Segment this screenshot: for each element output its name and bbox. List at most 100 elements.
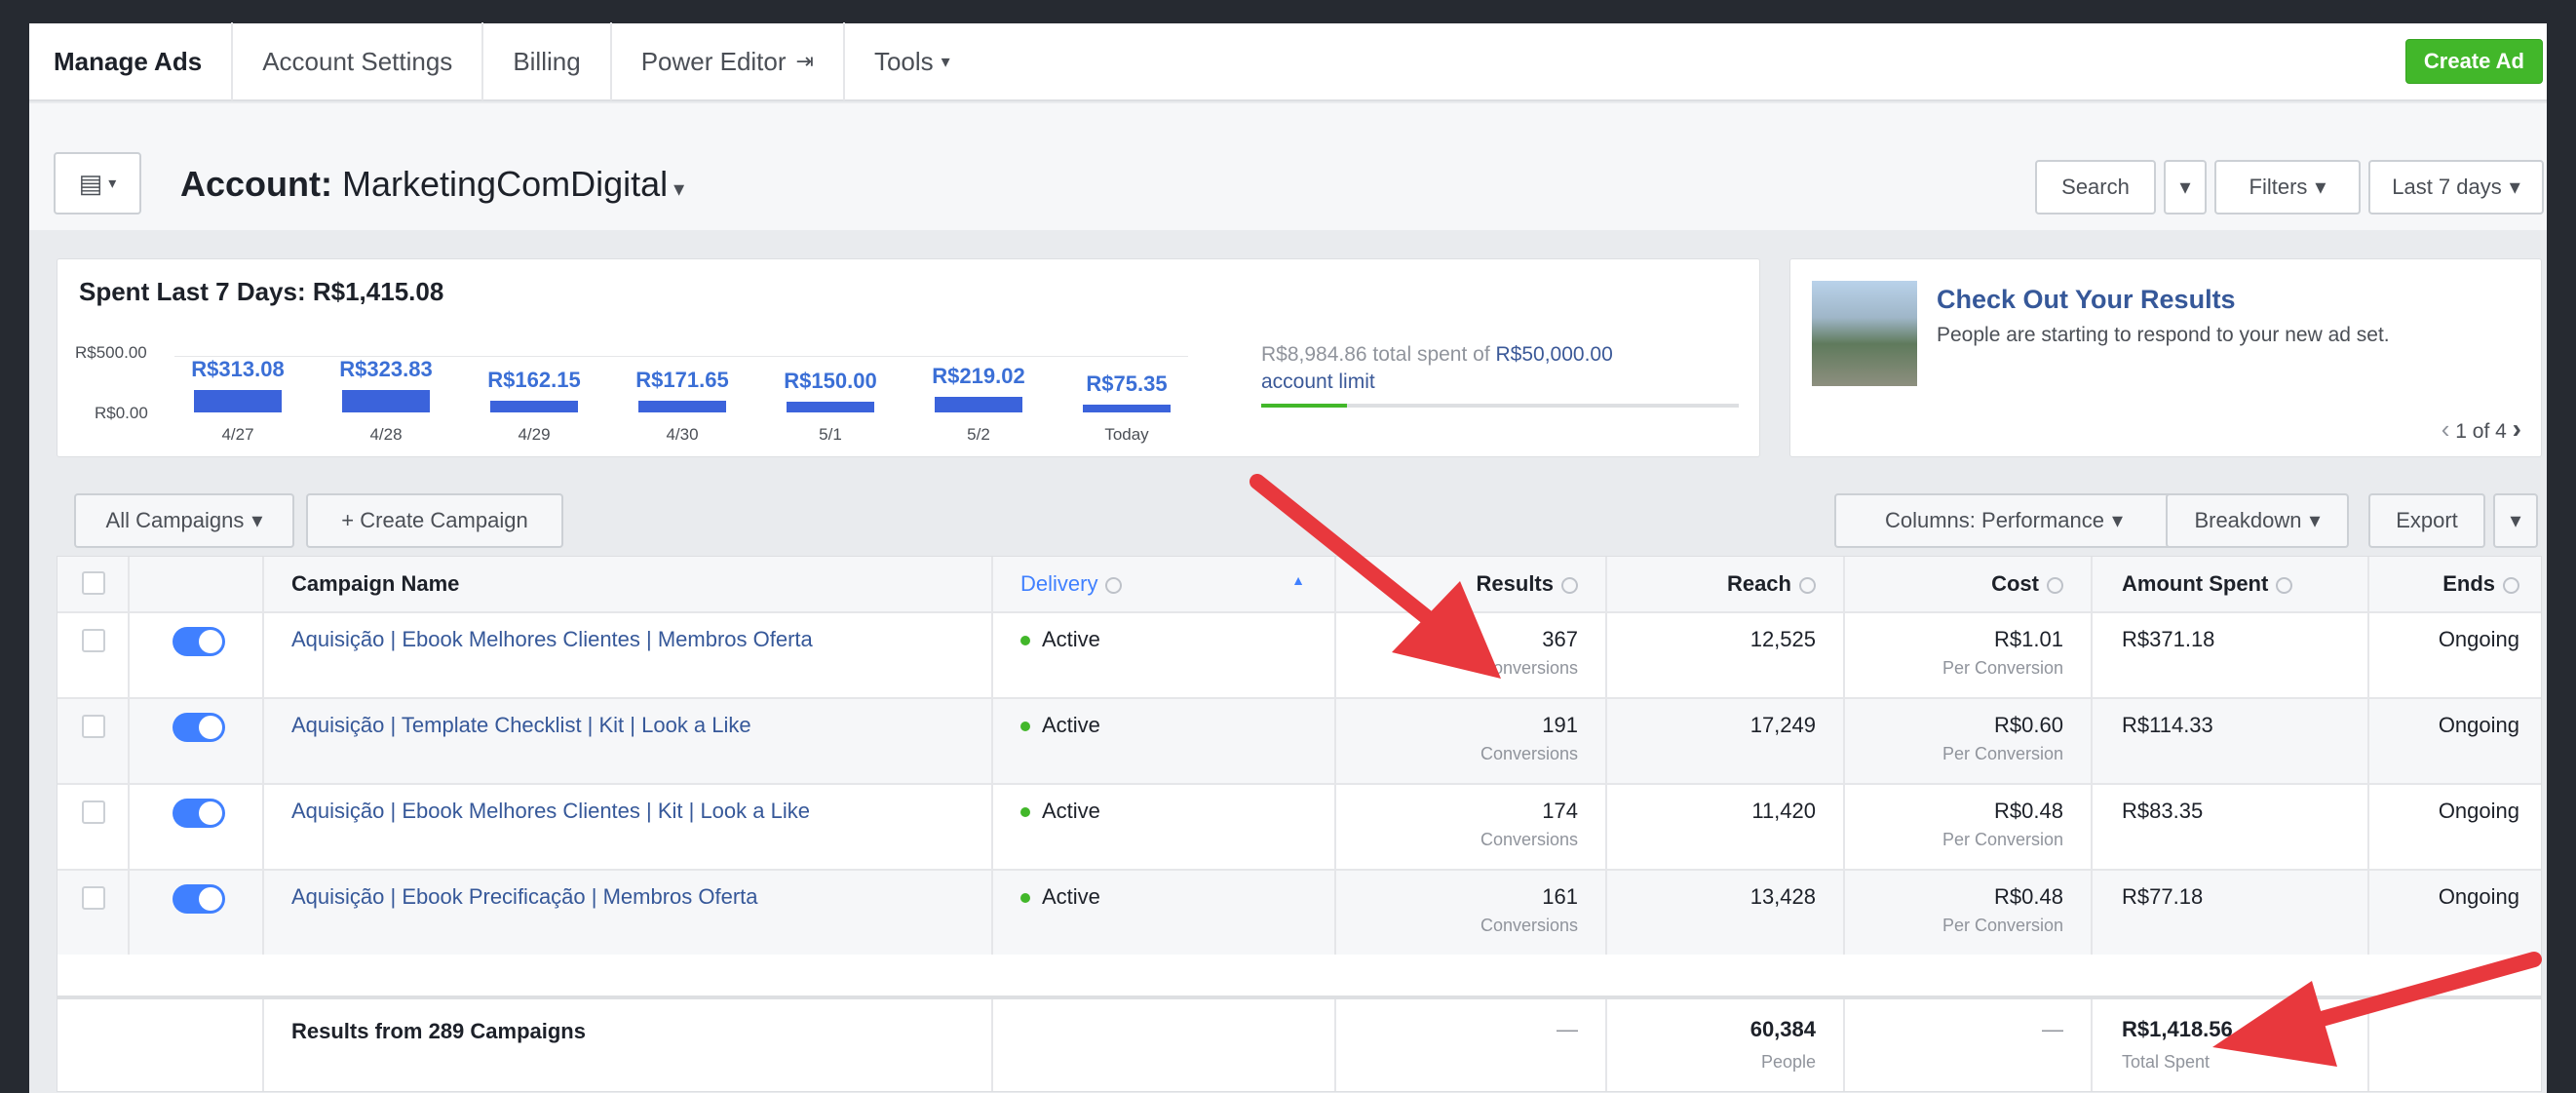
- status-dot-icon: [1020, 722, 1030, 732]
- account-limit-fill: [1261, 404, 1348, 408]
- annotation-arrow-amount: [2212, 952, 2542, 1067]
- external-icon: ⇥: [795, 49, 814, 73]
- info-icon: [1799, 576, 1816, 594]
- export-button[interactable]: Export: [2368, 493, 2485, 548]
- breakdown-button[interactable]: Breakdown ▾: [2166, 493, 2349, 548]
- table-row[interactable]: Aquisição | Template Checklist | Kit | L…: [58, 697, 2541, 783]
- header-amount-spent[interactable]: Amount Spent: [2093, 557, 2369, 611]
- spend-bar[interactable]: [935, 397, 1022, 412]
- table-row[interactable]: Aquisição | Ebook Melhores Clientes | Ki…: [58, 783, 2541, 869]
- all-campaigns-label: All Campaigns: [105, 508, 245, 532]
- cost-cell: R$0.48 Per Conversion: [1845, 785, 2093, 869]
- header-ends[interactable]: Ends: [2369, 557, 2541, 611]
- tab-account-settings[interactable]: Account Settings: [233, 22, 484, 100]
- cost-sub: Per Conversion: [1942, 744, 2063, 763]
- amount-value: R$371.18: [2122, 627, 2215, 651]
- row-checkbox[interactable]: [82, 629, 105, 652]
- info-icon: [2503, 576, 2519, 594]
- results-value: 161: [1542, 884, 1578, 909]
- spend-bar[interactable]: [490, 401, 578, 412]
- results-cell: 174 Conversions: [1336, 785, 1607, 869]
- select-all-checkbox[interactable]: [82, 571, 105, 595]
- campaign-name-link[interactable]: Aquisição | Ebook Precificação | Membros…: [291, 884, 758, 910]
- header-name[interactable]: Campaign Name: [264, 557, 993, 611]
- chevron-left-icon[interactable]: ‹: [2441, 414, 2450, 444]
- export-dropdown-button[interactable]: ▾: [2493, 493, 2538, 548]
- footer-cost-cell: —: [1845, 999, 2093, 1091]
- delivery-cell: Active: [993, 871, 1336, 955]
- tab-label: Account Settings: [262, 46, 453, 76]
- cost-value: R$1.01: [1994, 627, 2063, 651]
- row-toggle-cell: [130, 613, 264, 697]
- account-selector[interactable]: Account: MarketingComDigital ▾: [180, 164, 684, 205]
- tab-label: Power Editor: [640, 46, 787, 76]
- cost-sub: Per Conversion: [1942, 658, 2063, 678]
- columns-button[interactable]: Columns: Performance ▾: [1834, 493, 2173, 548]
- status-dot-icon: [1020, 807, 1030, 818]
- tab-manage-ads[interactable]: Manage Ads: [29, 22, 234, 100]
- campaign-toggle[interactable]: [173, 627, 225, 656]
- delivery-status: Active: [1020, 884, 1100, 910]
- spend-bar[interactable]: [787, 402, 874, 412]
- filters-button[interactable]: Filters ▾: [2214, 160, 2361, 215]
- bar-value-label: R$75.35: [1086, 371, 1168, 396]
- row-checkbox[interactable]: [82, 715, 105, 738]
- tab-tools[interactable]: Tools ▾: [845, 22, 980, 100]
- footer-reach-cell: 60,384 People: [1607, 999, 1845, 1091]
- account-bar: ▤ ▾ Account: MarketingComDigital ▾ Search …: [29, 103, 2547, 230]
- tab-billing[interactable]: Billing: [483, 22, 612, 100]
- campaign-toggle[interactable]: [173, 713, 225, 742]
- spend-bar[interactable]: [194, 390, 282, 412]
- create-ad-button[interactable]: Create Ad: [2404, 39, 2543, 84]
- amount-value: R$114.33: [2122, 713, 2213, 737]
- header-label: Ends: [2442, 571, 2495, 596]
- campaign-name-link[interactable]: Aquisição | Ebook Melhores Clientes | Me…: [291, 627, 813, 652]
- table-row[interactable]: Aquisição | Ebook Precificação | Membros…: [58, 869, 2541, 955]
- date-range-label: Last 7 days: [2392, 175, 2502, 199]
- tab-power-editor[interactable]: Power Editor ⇥: [612, 22, 845, 100]
- breakdown-label: Breakdown: [2194, 508, 2302, 532]
- spend-bar[interactable]: [638, 400, 726, 412]
- chevron-down-icon: ▾: [251, 508, 263, 532]
- campaign-name-cell: Aquisição | Template Checklist | Kit | L…: [264, 699, 993, 783]
- campaign-toggle[interactable]: [173, 799, 225, 828]
- row-toggle-cell: [130, 699, 264, 783]
- delivery-status: Active: [1020, 799, 1100, 824]
- chevron-down-icon: ▾: [673, 176, 685, 201]
- header-reach[interactable]: Reach: [1607, 557, 1845, 611]
- all-campaigns-button[interactable]: All Campaigns ▾: [74, 493, 294, 548]
- spend-bar[interactable]: [1083, 405, 1171, 412]
- row-checkbox[interactable]: [82, 886, 105, 910]
- results-value: 367: [1542, 627, 1578, 651]
- header-label-wrap: Cost: [1991, 571, 2063, 597]
- top-nav: Manage Ads Account Settings Billing Powe…: [29, 22, 2547, 101]
- bar-value-label: R$150.00: [784, 369, 877, 394]
- search-button[interactable]: Search: [2035, 160, 2156, 215]
- list-view-icon: ▤: [78, 168, 103, 198]
- view-toggle-button[interactable]: ▤ ▾: [54, 152, 141, 215]
- info-icon: [1105, 576, 1123, 594]
- campaign-name-link[interactable]: Aquisição | Template Checklist | Kit | L…: [291, 713, 751, 738]
- account-limit-text: R$8,984.86 total spent of R$50,000.00 acc…: [1261, 341, 1749, 396]
- chevron-down-icon: ▾: [2509, 175, 2520, 199]
- spend-bar[interactable]: [342, 389, 430, 412]
- campaign-name-link[interactable]: Aquisição | Ebook Melhores Clientes | Ki…: [291, 799, 810, 824]
- campaign-name-cell: Aquisição | Ebook Precificação | Membros…: [264, 871, 993, 955]
- search-dropdown-button[interactable]: ▾: [2164, 160, 2207, 215]
- ends-cell: Ongoing: [2369, 613, 2541, 697]
- chevron-right-icon[interactable]: ›: [2513, 413, 2521, 444]
- status-dot-icon: [1020, 636, 1030, 646]
- row-checkbox-cell: [58, 613, 130, 697]
- tip-title[interactable]: Check Out Your Results: [1937, 285, 2236, 315]
- limit-amount: R$50,000.00: [1495, 343, 1613, 366]
- campaign-toggle[interactable]: [173, 884, 225, 914]
- footer-label-cell: Results from 289 Campaigns: [264, 999, 993, 1091]
- results-value: 174: [1542, 799, 1578, 823]
- bar-value-label: R$171.65: [635, 367, 729, 392]
- date-range-button[interactable]: Last 7 days ▾: [2368, 160, 2544, 215]
- header-cost[interactable]: Cost: [1845, 557, 2093, 611]
- footer-label: Results from 289 Campaigns: [291, 1019, 586, 1043]
- create-campaign-button[interactable]: + Create Campaign: [306, 493, 563, 548]
- results-sub: Conversions: [1480, 744, 1578, 763]
- row-checkbox[interactable]: [82, 800, 105, 824]
